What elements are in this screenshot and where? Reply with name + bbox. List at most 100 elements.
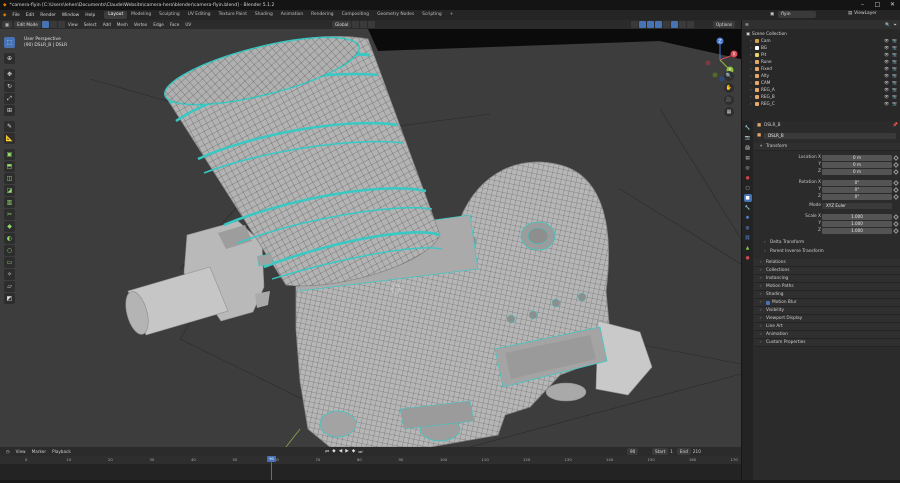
visibility-button[interactable]: [631, 21, 638, 28]
modifier-tab-icon[interactable]: 🔧: [744, 204, 752, 212]
timeline-ruler[interactable]: 0 10 20 30 40 50 60 70 80 90 100 110 120 130 140 150 160…: [0, 456, 741, 464]
keyframe-icon[interactable]: [893, 186, 899, 193]
add-cube-icon[interactable]: ▣: [4, 149, 15, 160]
menu-vertex[interactable]: Vertex: [131, 22, 150, 27]
scene-selector[interactable]: flyin: [778, 11, 817, 18]
outliner-item[interactable]: › Rune 👁 📷: [742, 58, 900, 65]
menu-uv[interactable]: UV: [182, 22, 194, 27]
camera-icon[interactable]: 📷: [892, 94, 897, 99]
cursor-icon[interactable]: ⊕: [4, 53, 15, 64]
camera-icon[interactable]: 📷: [892, 80, 897, 85]
rotation-y-field[interactable]: 0°: [822, 186, 892, 193]
panel-collections[interactable]: › Collections: [754, 267, 900, 275]
view-layer-tab-icon[interactable]: ▤: [744, 154, 752, 162]
camera-view-icon[interactable]: 🎥: [724, 95, 734, 105]
xray-button[interactable]: [655, 21, 662, 28]
camera-icon[interactable]: 📷: [892, 66, 897, 71]
panel-motion-paths[interactable]: › Motion Paths: [754, 283, 900, 291]
inset-icon[interactable]: ◫: [4, 173, 15, 184]
outliner-item[interactable]: › REG_B 👁 📷: [742, 93, 900, 100]
menu-select[interactable]: Select: [81, 22, 100, 27]
shrink-icon[interactable]: ✧: [4, 269, 15, 280]
poly-build-icon[interactable]: ◆: [4, 221, 15, 232]
menu-edit[interactable]: Edit: [23, 13, 38, 18]
camera-icon[interactable]: 📷: [892, 45, 897, 50]
maximize-icon[interactable]: □: [870, 0, 885, 10]
panel-relations[interactable]: › Relations: [754, 259, 900, 267]
tab-uv-editing[interactable]: UV Editing: [184, 11, 215, 19]
rotation-mode-dropdown[interactable]: XYZ Euler: [822, 202, 892, 209]
tab-shading[interactable]: Shading: [251, 11, 277, 19]
outliner-editor-icon[interactable]: ☰: [745, 22, 749, 27]
scene-collection-row[interactable]: ▣ Scene Collection: [742, 30, 900, 37]
scene-tab-icon[interactable]: ◎: [744, 164, 752, 172]
keyframe-icon[interactable]: [893, 213, 899, 220]
outliner-item[interactable]: › REG_A 👁 📷: [742, 86, 900, 93]
navigation-gizmo[interactable]: Z X Y: [700, 35, 740, 85]
panel-motion-blur[interactable]: › Motion Blur: [754, 299, 900, 307]
next-key-icon[interactable]: ◆: [352, 449, 356, 455]
outliner-item[interactable]: › Cam 👁 📷: [742, 37, 900, 44]
minimize-icon[interactable]: –: [855, 0, 870, 10]
overlay-button[interactable]: [647, 21, 654, 28]
shading-render-button[interactable]: [687, 21, 694, 28]
edge-select-button[interactable]: [49, 21, 57, 28]
location-z-field[interactable]: 0 m: [822, 168, 892, 175]
panel-viewport-display[interactable]: › Viewport Display: [754, 315, 900, 323]
timeline-menu-playback[interactable]: Playback: [49, 449, 74, 454]
transform-panel-header[interactable]: ▾ Transform: [754, 143, 900, 151]
panel-custom-properties[interactable]: › Custom Properties: [754, 339, 900, 347]
snap-button[interactable]: [360, 21, 368, 28]
menu-render[interactable]: Render: [37, 13, 59, 18]
timeline-editor-icon[interactable]: ◷: [3, 449, 13, 454]
filter-icon[interactable]: ⏷: [894, 22, 897, 27]
location-y-field[interactable]: 0 m: [822, 161, 892, 168]
rotate-icon[interactable]: ↻: [4, 81, 15, 92]
transform-icon[interactable]: ⊞: [4, 105, 15, 116]
eye-icon[interactable]: 👁: [884, 80, 889, 85]
eye-icon[interactable]: 👁: [884, 73, 889, 78]
keyframe-icon[interactable]: [893, 227, 899, 234]
pan-hand-icon[interactable]: ✋: [724, 83, 734, 93]
tab-animation[interactable]: Animation: [277, 11, 307, 19]
eye-icon[interactable]: 👁: [884, 94, 889, 99]
camera-icon[interactable]: 📷: [892, 87, 897, 92]
spin-icon[interactable]: ◐: [4, 233, 15, 244]
outliner-item[interactable]: › Pit 👁 📷: [742, 51, 900, 58]
annotate-icon[interactable]: ✎: [4, 121, 15, 132]
eye-icon[interactable]: 👁: [884, 52, 889, 57]
move-icon[interactable]: ✥: [4, 69, 15, 80]
outliner-item[interactable]: › Fixed 👁 📷: [742, 65, 900, 72]
menu-add[interactable]: Add: [100, 22, 114, 27]
measure-icon[interactable]: 📐: [4, 133, 15, 144]
tool-tab-icon[interactable]: 🔧: [744, 124, 752, 132]
object-tab-icon[interactable]: ■: [743, 194, 752, 202]
editor-type-button[interactable]: ▦: [2, 21, 12, 28]
camera-icon[interactable]: 📷: [892, 73, 897, 78]
outliner-search-icon[interactable]: 🔍: [885, 22, 890, 28]
grid-view-icon[interactable]: ▦: [724, 107, 734, 117]
scale-y-field[interactable]: 1.000: [822, 220, 892, 227]
world-tab-icon[interactable]: ●: [744, 174, 752, 182]
shading-solid-button[interactable]: [671, 21, 678, 28]
select-box-icon[interactable]: ⬚: [4, 37, 15, 48]
keyframe-icon[interactable]: [893, 168, 899, 175]
end-frame-field[interactable]: 210: [693, 449, 701, 454]
panel-visibility[interactable]: › Visibility: [754, 307, 900, 315]
timeline-menu-marker[interactable]: Marker: [29, 449, 49, 454]
tab-rendering[interactable]: Rendering: [307, 11, 337, 19]
object-name-field[interactable]: DSLR_B: [764, 132, 896, 139]
menu-file[interactable]: File: [9, 13, 22, 18]
vertex-select-button[interactable]: [41, 21, 49, 28]
collection-tab-icon[interactable]: ▢: [744, 184, 752, 192]
tab-modeling[interactable]: Modeling: [127, 11, 155, 19]
blender-menu-icon[interactable]: ◆: [0, 13, 9, 18]
menu-view[interactable]: View: [65, 22, 81, 27]
add-workspace-button[interactable]: +: [446, 11, 458, 19]
knife-icon[interactable]: ✂: [4, 209, 15, 220]
3d-viewport[interactable]: ⬚ ⊕ ✥ ↻ ⤢ ⊞ ✎ 📐 ▣ ⬒ ◫ ◪ ▥ ✂ ◆ ◐ ○ ▭ ✧ ▱ …: [0, 29, 741, 447]
rip-icon[interactable]: ◩: [4, 293, 15, 304]
outliner-item[interactable]: › BG 👁 📷: [742, 44, 900, 51]
face-select-button[interactable]: [57, 21, 65, 28]
current-frame-field[interactable]: 90: [627, 448, 639, 455]
